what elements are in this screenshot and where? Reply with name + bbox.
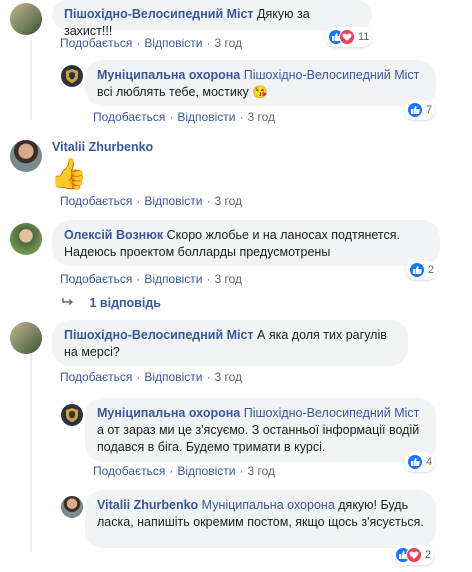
comment-author[interactable]: Муніципальна охорона <box>97 406 240 420</box>
reply-link[interactable]: Відповісти <box>144 370 202 384</box>
avatar[interactable] <box>10 3 42 35</box>
thumbs-up-sticker[interactable]: 👍 <box>50 157 87 193</box>
comment-actions: Подобається · Відповісти · 3 год <box>60 36 242 50</box>
mention-link[interactable]: Пішохідно-Велосипедний Міст <box>244 406 420 420</box>
mention-link[interactable]: Муніципальна охорона <box>202 498 335 512</box>
comment-bubble: Пішохідно-Велосипедний Міст А яка доля т… <box>52 320 408 366</box>
like-link[interactable]: Подобається <box>60 194 132 208</box>
comment-actions: Подобається · Відповісти · 3 год <box>93 464 275 478</box>
like-reaction-icon <box>409 262 425 278</box>
love-reaction-icon <box>339 29 355 45</box>
avatar[interactable] <box>10 223 42 255</box>
shield-icon <box>66 69 78 83</box>
reaction-count: 4 <box>426 456 433 468</box>
reply-link[interactable]: Відповісти <box>177 110 235 124</box>
reaction-count: 2 <box>425 549 432 561</box>
shield-icon <box>66 408 78 422</box>
comment-time[interactable]: 3 год <box>214 272 242 286</box>
comment-actions: Подобається · Відповісти · 3 год <box>93 110 275 124</box>
reaction-summary[interactable]: 11 <box>325 27 373 47</box>
avatar[interactable] <box>10 322 42 354</box>
avatar[interactable] <box>10 140 42 172</box>
comment-time[interactable]: 3 год <box>214 370 242 384</box>
reaction-summary[interactable]: 7 <box>404 100 436 120</box>
reply-link[interactable]: Відповісти <box>177 464 235 478</box>
comment-bubble: Муніципальна охорона Пішохідно-Велосипед… <box>85 60 436 106</box>
thread-line <box>30 40 32 120</box>
reaction-summary[interactable]: 4 <box>404 452 436 472</box>
reaction-summary[interactable]: 2 <box>392 545 435 565</box>
like-link[interactable]: Подобається <box>93 464 165 478</box>
like-link[interactable]: Подобається <box>93 110 165 124</box>
thread-line <box>30 352 32 552</box>
reaction-count: 11 <box>358 31 370 43</box>
comment-author[interactable]: Vitalii Zhurbenko <box>52 139 153 155</box>
reaction-count: 7 <box>426 104 433 116</box>
comment-author[interactable]: Пішохідно-Велосипедний Міст <box>64 7 254 21</box>
comment-bubble: Vitalii Zhurbenko Муніципальна охорона д… <box>85 490 436 548</box>
view-replies-link[interactable]: 1 відповідь <box>62 296 161 310</box>
reply-link[interactable]: Відповісти <box>144 194 202 208</box>
comment-bubble: Муніципальна охорона Пішохідно-Велосипед… <box>85 398 436 462</box>
comment-time[interactable]: 3 год <box>214 36 242 50</box>
reaction-count: 2 <box>428 264 435 276</box>
like-link[interactable]: Подобається <box>60 370 132 384</box>
avatar[interactable] <box>61 496 83 518</box>
comment-time[interactable]: 3 год <box>214 194 242 208</box>
like-link[interactable]: Подобається <box>60 272 132 286</box>
comment-author[interactable]: Муніципальна охорона <box>97 68 240 82</box>
reply-arrow-icon <box>62 296 76 310</box>
reply-link[interactable]: Відповісти <box>144 272 202 286</box>
comment-actions: Подобається · Відповісти · 3 год <box>60 370 242 384</box>
comment-author[interactable]: Vitalii Zhurbenko <box>97 498 198 512</box>
avatar[interactable] <box>61 65 83 87</box>
comment-bubble: Пішохідно-Велосипедний Міст Дякую за зах… <box>52 0 372 38</box>
comment-text: всі люблять тебе, мостику 😘 <box>97 85 268 99</box>
like-reaction-icon <box>407 102 423 118</box>
comment-time[interactable]: 3 год <box>247 110 275 124</box>
comment-author[interactable]: Олексій Вознюк <box>64 228 163 242</box>
love-reaction-icon <box>406 547 422 563</box>
reaction-summary[interactable]: 2 <box>406 260 438 280</box>
replies-count-label[interactable]: 1 відповідь <box>89 296 160 310</box>
like-reaction-icon <box>407 454 423 470</box>
comment-actions: Подобається · Відповісти · 3 год <box>60 194 242 208</box>
comment-actions: Подобається · Відповісти · 3 год <box>60 272 242 286</box>
mention-link[interactable]: Пішохідно-Велосипедний Міст <box>244 68 420 82</box>
avatar[interactable] <box>61 404 83 426</box>
reply-link[interactable]: Відповісти <box>144 36 202 50</box>
comment-author[interactable]: Пішохідно-Велосипедний Міст <box>64 328 254 342</box>
like-link[interactable]: Подобається <box>60 36 132 50</box>
comment-bubble: Олексій Вознюк Скоро жлобье и на ланосах… <box>52 220 440 266</box>
comment-text: а от зараз ми це з'ясуємо. З останньої і… <box>97 423 420 454</box>
comment-time[interactable]: 3 год <box>247 464 275 478</box>
